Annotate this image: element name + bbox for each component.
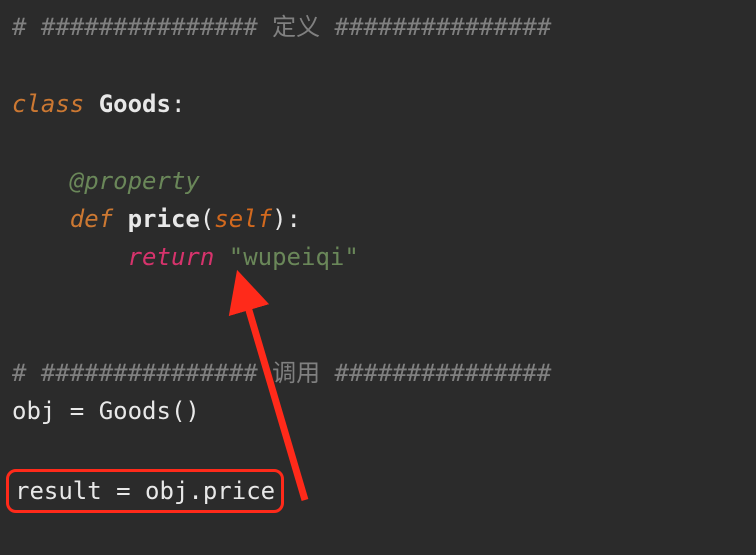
class-def-line: class Goods: bbox=[12, 85, 744, 123]
self-param: self bbox=[214, 205, 272, 233]
comment-word: 调用 bbox=[272, 359, 320, 387]
property-decorator: @property bbox=[12, 167, 200, 195]
class-name: Goods bbox=[84, 90, 171, 118]
paren-close: ): bbox=[272, 205, 301, 233]
instantiation-line: obj = Goods() bbox=[12, 392, 744, 430]
code-text: result = obj.price bbox=[15, 477, 275, 505]
code-text: obj = Goods() bbox=[12, 397, 200, 425]
blank-line bbox=[12, 430, 744, 468]
blank-line bbox=[12, 123, 744, 161]
blank-line bbox=[12, 315, 744, 353]
def-keyword: def bbox=[12, 205, 128, 233]
blank-line bbox=[12, 277, 744, 315]
return-line: return "wupeiqi" bbox=[12, 238, 744, 276]
comment-text: # ############### bbox=[12, 359, 272, 387]
return-keyword: return bbox=[128, 243, 215, 271]
indent bbox=[12, 243, 128, 271]
comment-text: # ############### bbox=[12, 13, 272, 41]
space bbox=[214, 243, 228, 271]
class-keyword: class bbox=[12, 90, 84, 118]
comment-word: 定义 bbox=[272, 13, 320, 41]
comment-define: # ############### 定义 ############### bbox=[12, 8, 744, 46]
string-literal: "wupeiqi" bbox=[229, 243, 359, 271]
colon: : bbox=[171, 90, 185, 118]
comment-text: ############### bbox=[320, 359, 551, 387]
comment-text: ############### bbox=[320, 13, 551, 41]
decorator-line: @property bbox=[12, 162, 744, 200]
paren-open: ( bbox=[200, 205, 214, 233]
comment-call: # ############### 调用 ############### bbox=[12, 354, 744, 392]
blank-line bbox=[12, 46, 744, 84]
method-name: price bbox=[128, 205, 200, 233]
result-line: result = obj.price bbox=[12, 469, 744, 513]
method-def-line: def price(self): bbox=[12, 200, 744, 238]
red-highlight-box: result = obj.price bbox=[6, 469, 284, 513]
